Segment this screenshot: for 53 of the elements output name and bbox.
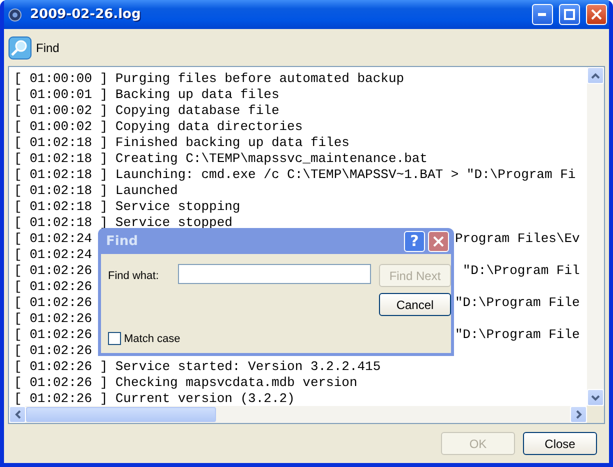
log-line: [ 01:02:26: [14, 279, 92, 295]
log-line: [ 01:02:18 ] Service stopping: [14, 199, 240, 215]
log-line: [ 01:02:24: [14, 247, 92, 263]
app-icon: [8, 6, 24, 22]
cancel-button[interactable]: Cancel: [379, 293, 451, 316]
vertical-scrollbar[interactable]: [587, 67, 604, 406]
log-line: [ 01:02:26: [14, 343, 92, 359]
log-line: [ 01:00:00 ] Purging files before automated backup: [14, 71, 404, 87]
close-icon: [591, 9, 602, 20]
minimize-icon: [538, 13, 547, 16]
scrollbar-corner: [587, 406, 604, 423]
log-line: [ 01:00:02 ] Copying data directories: [14, 119, 303, 135]
close-button[interactable]: [428, 230, 449, 252]
help-button[interactable]: ?: [404, 230, 425, 252]
log-line: [ 01:00:01 ] Backing up data files: [14, 87, 280, 103]
maximize-icon: [564, 9, 575, 20]
log-line: [ 01:02:26 ] Service started: Version 3.2.2.415: [14, 359, 381, 375]
log-line: [ 01:02:18 ] Launching: cmd.exe /c C:\TEMP\MAPSSV~1.BAT > "D:\Program Fi: [14, 167, 576, 183]
scroll-thumb[interactable]: [26, 407, 216, 422]
minimize-button[interactable]: [532, 4, 553, 25]
log-line: [ 01:02:18 ] Launched: [14, 183, 178, 199]
checkbox-label: Match case: [124, 332, 180, 344]
log-line-fragment: Program Files\Ev: [455, 231, 580, 247]
log-line: [ 01:02:26: [14, 263, 92, 279]
log-line: [ 01:02:18 ] Service stopped: [14, 215, 232, 231]
horizontal-scrollbar[interactable]: [9, 406, 587, 423]
find-tool-button[interactable]: Find: [8, 36, 60, 60]
close-button[interactable]: [586, 4, 607, 25]
dialog-button[interactable]: Close: [523, 432, 597, 455]
log-text-area[interactable]: [8, 66, 605, 424]
log-line-fragment: "D:\Program Fil: [462, 263, 580, 279]
close-icon: [433, 236, 444, 246]
log-line: [ 01:02:18 ] Finished backing up data files: [14, 135, 350, 151]
log-line-fragment: "D:\Program File: [455, 295, 580, 311]
window-title: 2009-02-26.log: [30, 7, 142, 22]
scroll-up-icon[interactable]: [587, 67, 604, 84]
match-case-checkbox[interactable]: [108, 332, 121, 345]
log-line-fragment: "D:\Program File: [455, 327, 580, 343]
log-line: [ 01:02:26 ] Checking mapsvcdata.mdb version: [14, 375, 358, 391]
log-line: [ 01:02:26: [14, 295, 92, 311]
log-line: [ 01:02:26: [14, 311, 92, 327]
log-line: [ 01:02:26: [14, 327, 92, 343]
find-what-field[interactable]: [178, 264, 371, 284]
scroll-right-icon[interactable]: [570, 406, 587, 423]
maximize-button[interactable]: [559, 4, 580, 25]
log-line: [ 01:00:02 ] Copying database file: [14, 103, 280, 119]
log-line: [ 01:02:24: [14, 231, 92, 247]
dialog-title: Find: [106, 234, 139, 248]
scroll-left-icon[interactable]: [9, 406, 26, 423]
log-line: [ 01:02:26 ] Current version (3.2.2): [14, 391, 295, 406]
log-line: [ 01:02:18 ] Creating C:\TEMP\mapssvc_maintenance.bat: [14, 151, 428, 167]
field-label: Find what:: [108, 270, 160, 282]
scroll-down-icon[interactable]: [587, 389, 604, 406]
